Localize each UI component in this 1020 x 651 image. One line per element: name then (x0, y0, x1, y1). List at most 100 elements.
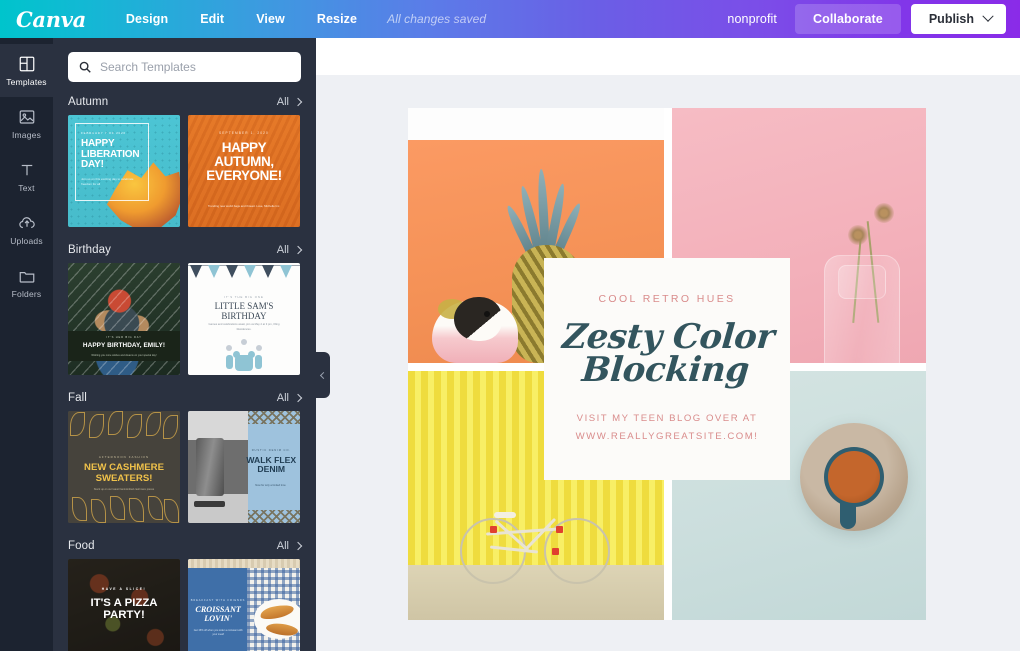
guinea-pig-eye (484, 311, 490, 317)
collaborate-button[interactable]: Collaborate (794, 4, 901, 34)
bicycle (460, 504, 610, 584)
template-card[interactable]: BREAKFAST WITH FRIENDS CROISSANT LOVIN' … (188, 559, 300, 651)
template-card[interactable]: HAVE A SLICE! IT'S A PIZZA PARTY! Go to … (68, 559, 180, 651)
template-card[interactable]: IT'S HER BIG DAY HAPPY BIRTHDAY, EMILY! … (68, 263, 180, 375)
sidebar-label-folders: Folders (11, 288, 42, 299)
sidebar-item-uploads[interactable]: Uploads (0, 203, 53, 256)
publish-button[interactable]: Publish (910, 4, 1006, 34)
all-label: All (276, 244, 289, 256)
category-header: Fall All (68, 386, 303, 411)
category-title: Fall (68, 392, 87, 404)
canvas-toolbar-strip (316, 38, 1020, 75)
template-list: AFTERNOON FASHION NEW CASHMERE SWEATERS!… (68, 411, 301, 534)
sidebar-label-text: Text (18, 182, 35, 193)
category-all-link[interactable]: All (276, 392, 303, 404)
category-title: Birthday (68, 244, 111, 256)
chevron-down-icon (982, 10, 994, 22)
chevron-left-icon (319, 371, 327, 379)
category-food: Food All HAVE A SLICE! IT'S A PIZZA PART… (53, 534, 316, 651)
sidebar-label-templates: Templates (6, 76, 47, 87)
category-header: Birthday All (68, 238, 303, 263)
chevron-right-icon (293, 541, 303, 551)
bear-illustration (224, 337, 264, 371)
sidebar-item-folders[interactable]: Folders (0, 256, 53, 309)
sidebar-label-uploads: Uploads (10, 235, 43, 246)
template-eyebrow: AFTERNOON FASHION (98, 455, 150, 459)
template-title: NEW CASHMERE SWEATERS! (84, 462, 164, 484)
search-box[interactable] (68, 52, 301, 82)
category-header: Autumn All (68, 90, 303, 115)
menu-view[interactable]: View (240, 6, 301, 32)
design-block-white (408, 108, 664, 140)
template-title: HAPPY AUTUMN, EVERYONE! (206, 140, 282, 184)
template-eyebrow: BREAKFAST WITH FRIENDS (190, 599, 246, 602)
text-icon (21, 164, 32, 175)
team-name-link[interactable]: nonprofit (727, 12, 777, 26)
category-all-link[interactable]: All (276, 540, 303, 552)
chevron-right-icon (293, 393, 303, 403)
template-eyebrow: RUSTIC DENIM CO. (251, 449, 292, 452)
category-fall: Fall All AFTERNOON FASHION NEW CASHMERE … (53, 386, 316, 534)
template-list: FEBRUARY 7 OF 2020 HAPPY LIBERATION DAY!… (68, 115, 301, 238)
template-sub: Now for only a limited time (255, 484, 286, 487)
top-bar: Canva Design Edit View Resize All change… (0, 0, 1020, 38)
main-menu: Design Edit View Resize (110, 6, 373, 32)
category-birthday: Birthday All IT'S HER BIG DAY HAPPY BIRT… (53, 238, 316, 386)
template-sub: Get 15% off when you order a croissant w… (193, 629, 243, 636)
all-label: All (276, 392, 289, 404)
template-sub: Stock up on our latest hand-knitted cash… (93, 488, 155, 491)
images-icon (19, 109, 34, 124)
template-eyebrow: SEPTEMBER 1, 2020 (219, 131, 269, 135)
coffee-liquid (828, 451, 880, 503)
template-sub: Trending new world bags and thread. Love… (207, 204, 281, 209)
template-eyebrow: IT'S THE BIG ONE (224, 295, 264, 299)
search-icon (79, 61, 91, 73)
top-bar-actions: nonprofit Collaborate Publish (727, 4, 1020, 34)
template-card[interactable]: FEBRUARY 7 OF 2020 HAPPY LIBERATION DAY!… (68, 115, 180, 227)
sidebar-label-images: Images (11, 129, 42, 140)
category-all-link[interactable]: All (276, 96, 303, 108)
sidebar-item-text[interactable]: Text (0, 150, 53, 203)
template-list: IT'S HER BIG DAY HAPPY BIRTHDAY, EMILY! … (68, 263, 301, 386)
templates-panel: Autumn All FEBRUARY 7 OF 2020 HAPPY LIBE… (53, 38, 316, 651)
card-eyebrow-text: COOL RETRO HUES (598, 293, 736, 306)
canva-logo[interactable]: Canva (16, 7, 86, 32)
search-input[interactable] (100, 60, 291, 74)
category-autumn: Autumn All FEBRUARY 7 OF 2020 HAPPY LIBE… (53, 90, 316, 238)
search-wrapper (53, 38, 316, 90)
design-canvas[interactable]: COOL RETRO HUES Zesty Color Blocking VIS… (408, 108, 926, 620)
publish-label: Publish (928, 12, 974, 26)
all-label: All (276, 96, 289, 108)
card-title-text: Zesty Color Blocking (558, 317, 777, 390)
template-card[interactable]: SEPTEMBER 1, 2020 HAPPY AUTUMN, EVERYONE… (188, 115, 300, 227)
card-title-line1: Zesty Color (560, 317, 777, 358)
guinea-pig-head (454, 297, 502, 341)
uploads-icon (18, 216, 35, 228)
template-card[interactable]: RUSTIC DENIM CO. WALK FLEX DENIM Now for… (188, 411, 300, 523)
menu-resize[interactable]: Resize (301, 6, 373, 32)
card-title-line2: Blocking (580, 349, 751, 390)
template-title: LITTLE SAM'S BIRTHDAY (214, 301, 274, 322)
category-all-link[interactable]: All (276, 244, 303, 256)
design-text-card[interactable]: COOL RETRO HUES Zesty Color Blocking VIS… (544, 258, 790, 480)
template-sub: Games and celebrations await, join us Ma… (208, 323, 280, 331)
panel-collapse-handle[interactable] (316, 352, 330, 398)
menu-design[interactable]: Design (110, 6, 184, 32)
menu-edit[interactable]: Edit (184, 6, 240, 32)
canvas-area[interactable]: COOL RETRO HUES Zesty Color Blocking VIS… (316, 38, 1020, 651)
template-eyebrow: IT'S HER BIG DAY (106, 336, 142, 339)
card-cta-text: VISIT MY TEEN BLOG OVER AT WWW.REALLYGRE… (576, 410, 759, 445)
all-label: All (276, 540, 289, 552)
template-card[interactable]: AFTERNOON FASHION NEW CASHMERE SWEATERS!… (68, 411, 180, 523)
save-status-text: All changes saved (387, 12, 487, 26)
template-title: WALK FLEX DENIM (246, 455, 297, 475)
card-cta-line1: VISIT MY TEEN BLOG OVER AT (576, 413, 758, 425)
chevron-right-icon (293, 97, 303, 107)
sidebar-item-images[interactable]: Images (0, 97, 53, 150)
chevron-right-icon (293, 245, 303, 255)
template-title: HAPPY BIRTHDAY, EMILY! (82, 342, 166, 349)
vase-neck (838, 265, 886, 299)
sidebar-item-templates[interactable]: Templates (0, 44, 53, 97)
template-card[interactable]: IT'S THE BIG ONE LITTLE SAM'S BIRTHDAY G… (188, 263, 300, 375)
template-eyebrow: FEBRUARY 7 OF 2020 (81, 131, 126, 135)
